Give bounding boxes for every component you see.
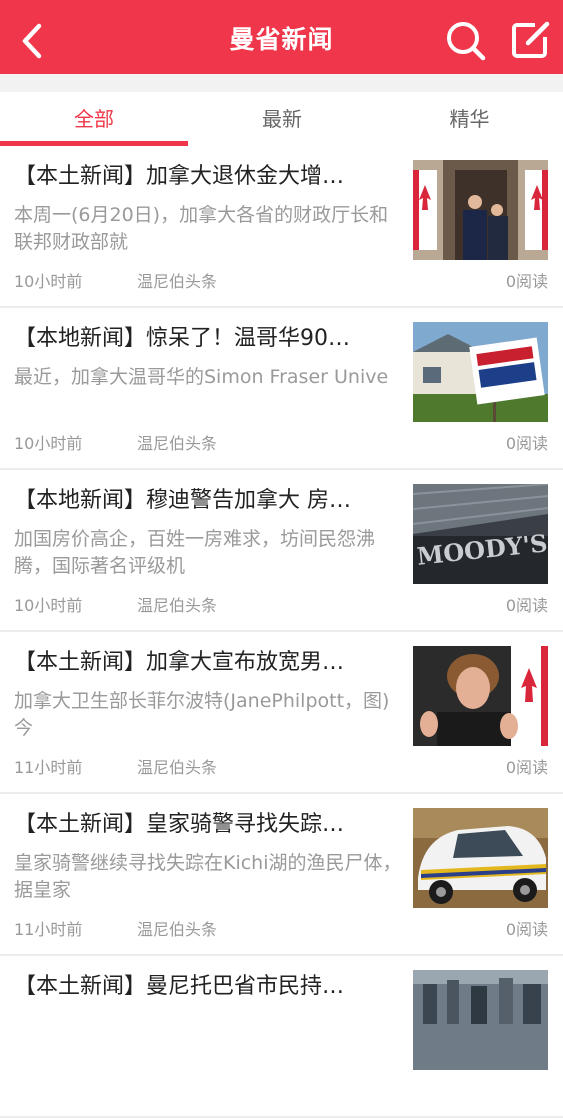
news-thumbnail	[413, 322, 548, 422]
news-thumbnail	[413, 970, 548, 1070]
edit-icon	[512, 21, 550, 58]
news-source: 温尼伯头条	[137, 758, 218, 777]
news-headline: 【本土新闻】加拿大退休金大增…	[14, 164, 345, 189]
tab-bar: 全部 最新 精华	[0, 92, 563, 147]
news-summary: 加拿大卫生部长菲尔波特(JanePhilpott，图)今	[14, 690, 390, 739]
news-time: 11小时前	[14, 920, 83, 939]
news-thumbnail	[413, 160, 548, 260]
tab-all[interactable]: 全部	[0, 92, 188, 146]
news-headline: 【本地新闻】穆迪警告加拿大 房…	[14, 488, 351, 513]
news-read-count: 0阅读	[505, 596, 548, 615]
news-time: 10小时前	[14, 596, 83, 615]
news-headline: 【本土新闻】皇家骑警寻找失踪…	[14, 812, 345, 837]
compose-button[interactable]	[505, 15, 555, 65]
news-read-count: 0阅读	[505, 434, 548, 453]
news-thumbnail	[413, 808, 548, 908]
news-item[interactable]: 【本地新闻】穆迪警告加拿大 房… 加国房价高企，百姓一房难求，坊间民怨沸腾，国际…	[0, 470, 563, 632]
search-icon	[447, 22, 486, 61]
news-source: 温尼伯头条	[137, 434, 218, 453]
news-headline: 【本地新闻】惊呆了！温哥华90…	[14, 326, 350, 351]
news-summary: 本周一(6月20日)，加拿大各省的财政厅长和联邦财政部就	[14, 204, 389, 253]
news-summary: 皇家骑警继续寻找失踪在Kichi湖的渔民尸体， 据皇家	[14, 852, 402, 901]
news-item[interactable]: 【本土新闻】加拿大退休金大增… 本周一(6月20日)，加拿大各省的财政厅长和联邦…	[0, 146, 563, 308]
news-time: 10小时前	[14, 434, 83, 453]
news-headline: 【本土新闻】加拿大宣布放宽男…	[14, 650, 345, 675]
news-time: 10小时前	[14, 272, 83, 291]
news-thumbnail	[413, 646, 548, 746]
news-summary: 最近，加拿大温哥华的Simon Fraser Unive	[14, 366, 389, 388]
news-source: 温尼伯头条	[137, 920, 218, 939]
news-item[interactable]: 【本土新闻】曼尼托巴省市民持…	[0, 956, 563, 1118]
news-item[interactable]: 【本地新闻】惊呆了！温哥华90… 最近，加拿大温哥华的Simon Fraser …	[0, 308, 563, 470]
news-time: 11小时前	[14, 758, 83, 777]
news-item[interactable]: 【本土新闻】加拿大宣布放宽男… 加拿大卫生部长菲尔波特(JanePhilpott…	[0, 632, 563, 794]
news-thumbnail: MOODY'S	[413, 484, 548, 584]
top-bar: 曼省新闻	[0, 0, 563, 74]
news-list: 【本土新闻】加拿大退休金大增… 本周一(6月20日)，加拿大各省的财政厅长和联邦…	[0, 146, 563, 1118]
search-button[interactable]	[441, 16, 489, 64]
news-source: 温尼伯头条	[137, 596, 218, 615]
divider	[0, 74, 563, 92]
news-summary: 加国房价高企，百姓一房难求，坊间民怨沸腾，国际著名评级机	[14, 528, 376, 577]
news-source: 温尼伯头条	[137, 272, 218, 291]
news-read-count: 0阅读	[505, 920, 548, 939]
news-headline: 【本土新闻】曼尼托巴省市民持…	[14, 974, 345, 999]
news-read-count: 0阅读	[505, 272, 548, 291]
tab-latest[interactable]: 最新	[188, 92, 376, 146]
news-read-count: 0阅读	[505, 758, 548, 777]
tab-featured[interactable]: 精华	[376, 92, 563, 146]
news-item[interactable]: 【本土新闻】皇家骑警寻找失踪… 皇家骑警继续寻找失踪在Kichi湖的渔民尸体， …	[0, 794, 563, 956]
